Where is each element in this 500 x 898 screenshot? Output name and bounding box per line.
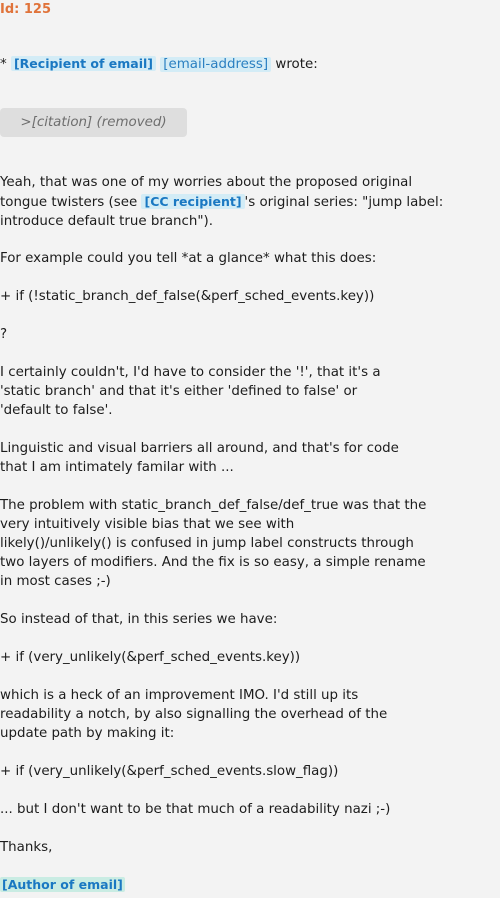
- paragraph-4: Linguistic and visual barriers all aroun…: [0, 441, 399, 475]
- code-line-1: + if (!static_branch_def_false(&perf_sch…: [0, 289, 375, 304]
- sign-off: Thanks,: [0, 840, 53, 855]
- paragraph-question: ?: [0, 327, 8, 342]
- code-line-2: + if (very_unlikely(&perf_sched_events.k…: [0, 650, 301, 665]
- paragraph-8: ... but I don't want to be that much of …: [0, 802, 391, 817]
- bullet: *: [0, 57, 7, 72]
- paragraph-1: Yeah, that was one of my worries about t…: [0, 173, 500, 231]
- paragraph-7: which is a heck of an improvement IMO. I…: [0, 688, 388, 741]
- email-address-tag: [email-address]: [160, 57, 272, 72]
- recipient-tag: [Recipient of email]: [10, 56, 157, 71]
- author-line: [Author of email]: [0, 876, 125, 895]
- email-id: Id: 125: [0, 2, 52, 17]
- cc-recipient-tag: [CC recipient]: [141, 194, 245, 209]
- paragraph-3: I certainly couldn't, I'd have to consid…: [0, 365, 381, 418]
- citation-removed-box: >[citation] (removed): [0, 108, 187, 137]
- quote-header: * [Recipient of email] [email-address] w…: [0, 55, 318, 74]
- author-tag: [Author of email]: [0, 877, 125, 892]
- paragraph-2: For example could you tell *at a glance*…: [0, 251, 377, 266]
- paragraph-6: So instead of that, in this series we ha…: [0, 612, 278, 627]
- wrote-label: wrote:: [275, 57, 318, 72]
- paragraph-5: The problem with static_branch_def_false…: [0, 498, 427, 589]
- code-line-3: + if (very_unlikely(&perf_sched_events.s…: [0, 764, 339, 779]
